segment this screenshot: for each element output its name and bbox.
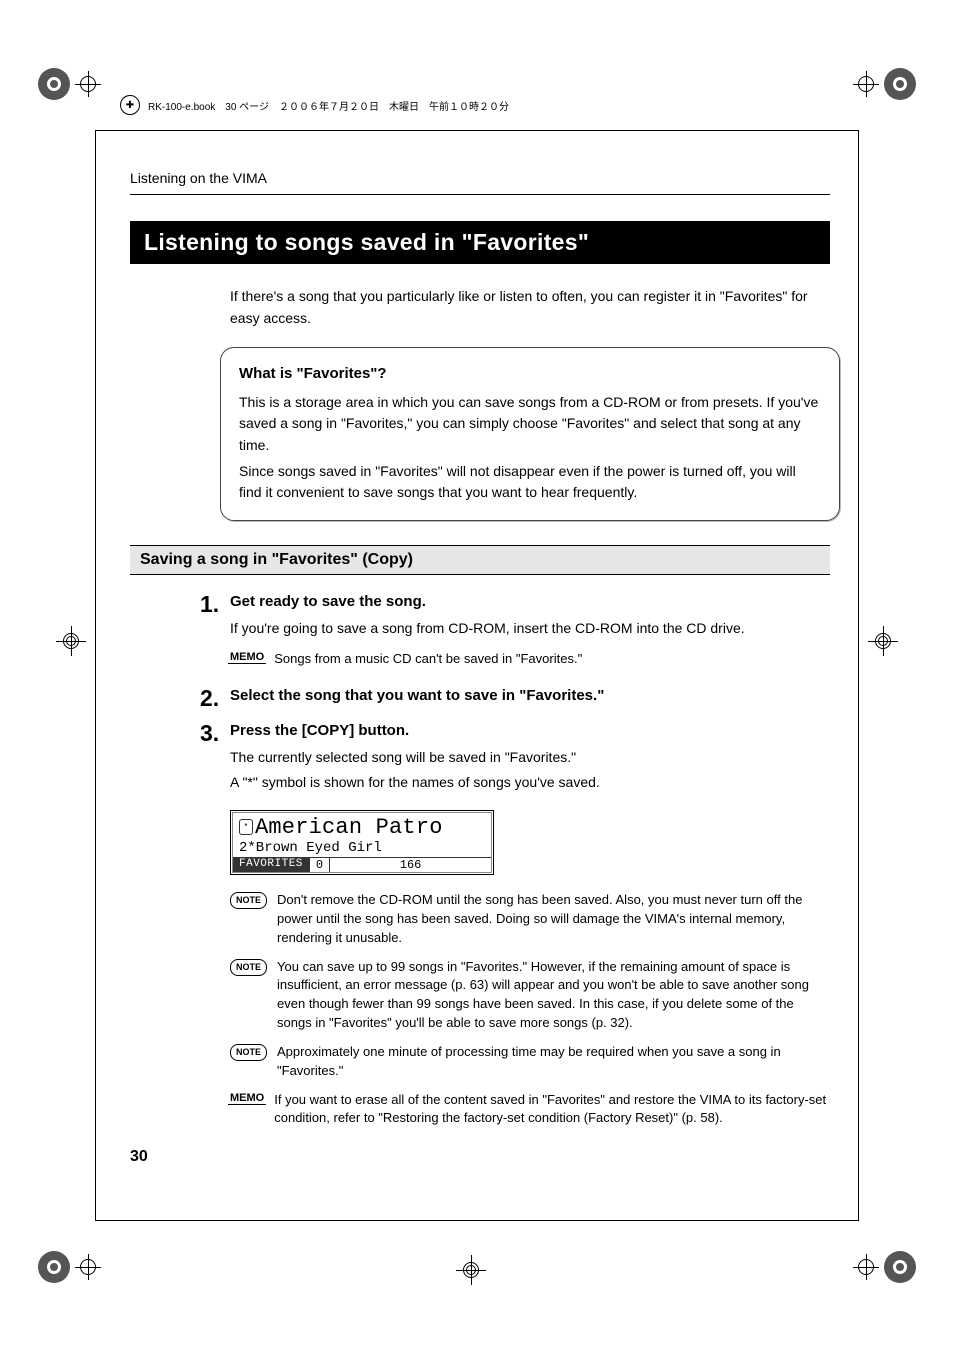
book-stamp: ✚ RK-100-e.book 30 ページ ２００６年７月２０日 木曜日 午前… (120, 95, 509, 115)
notes-block: NOTE Don't remove the CD-ROM until the s… (230, 891, 830, 1128)
step-title: Get ready to save the song. (230, 593, 830, 610)
lcd-col3: 166 (330, 858, 491, 872)
note-2: NOTE You can save up to 99 songs in "Fav… (230, 958, 830, 1033)
crop-line-left (95, 130, 96, 1221)
step-1: 1. Get ready to save the song. If you're… (200, 593, 830, 679)
crop-corner-br (856, 1251, 916, 1283)
memo-text: If you want to erase all of the content … (274, 1091, 830, 1129)
info-p2: Since songs saved in "Favorites" will no… (239, 461, 821, 504)
note-1: NOTE Don't remove the CD-ROM until the s… (230, 891, 830, 948)
note-text: Approximately one minute of processing t… (277, 1043, 830, 1081)
note-text: Don't remove the CD-ROM until the song h… (277, 891, 830, 948)
step-text-1: The currently selected song will be save… (230, 747, 830, 769)
running-head: Listening on the VIMA (130, 170, 830, 186)
favorites-info-box: What is "Favorites"? This is a storage a… (220, 347, 840, 521)
intro-text: If there's a song that you particularly … (230, 286, 830, 329)
lcd-line2: 2*Brown Eyed Girl (233, 840, 491, 858)
page-content: Listening on the VIMA Listening to songs… (130, 170, 830, 1138)
crop-line-top (95, 130, 859, 131)
memo-icon: MEMO (230, 1092, 264, 1104)
reg-mark-left (60, 630, 82, 652)
lcd-star-icon: * (239, 819, 253, 835)
lcd-display: * American Patro 2*Brown Eyed Girl FAVOR… (230, 810, 494, 875)
memo-4: MEMO If you want to erase all of the con… (230, 1091, 830, 1129)
lcd-col2: 0 (310, 858, 330, 872)
page-number: 30 (130, 1148, 148, 1166)
step-text: If you're going to save a song from CD-R… (230, 618, 830, 640)
step-title: Press the [COPY] button. (230, 722, 830, 739)
info-p1: This is a storage area in which you can … (239, 392, 821, 457)
step-number: 2. (200, 687, 230, 712)
reg-mark-bottom (460, 1259, 482, 1281)
step-2: 2. Select the song that you want to save… (200, 687, 830, 712)
crop-line-bottom (95, 1220, 859, 1221)
step-number: 3. (200, 722, 230, 804)
page-title: Listening to songs saved in "Favorites" (130, 221, 830, 264)
note-icon: NOTE (230, 892, 267, 909)
lcd-favorites-label: FAVORITES (233, 858, 310, 872)
reg-mark-right (872, 630, 894, 652)
step-number: 1. (200, 593, 230, 679)
step-text-2: A "*" symbol is shown for the names of s… (230, 772, 830, 794)
note-icon: NOTE (230, 1044, 267, 1061)
note-icon: NOTE (230, 959, 267, 976)
stamp-icon: ✚ (120, 95, 140, 115)
book-stamp-text: RK-100-e.book 30 ページ ２００６年７月２０日 木曜日 午前１０… (148, 98, 509, 113)
crop-corner-bl (38, 1251, 98, 1283)
step-3: 3. Press the [COPY] button. The currentl… (200, 722, 830, 804)
crop-corner-tl (38, 68, 98, 100)
memo-icon: MEMO (230, 651, 264, 663)
subsection-heading: Saving a song in "Favorites" (Copy) (130, 545, 830, 575)
step-title: Select the song that you want to save in… (230, 687, 830, 704)
crop-corner-tr (856, 68, 916, 100)
lcd-line1: American Patro (255, 815, 443, 840)
note-text: You can save up to 99 songs in "Favorite… (277, 958, 830, 1033)
memo-text: Songs from a music CD can't be saved in … (274, 650, 830, 669)
info-heading: What is "Favorites"? (239, 362, 821, 385)
crop-line-right (858, 130, 859, 1221)
running-rule (130, 194, 830, 195)
note-3: NOTE Approximately one minute of process… (230, 1043, 830, 1081)
